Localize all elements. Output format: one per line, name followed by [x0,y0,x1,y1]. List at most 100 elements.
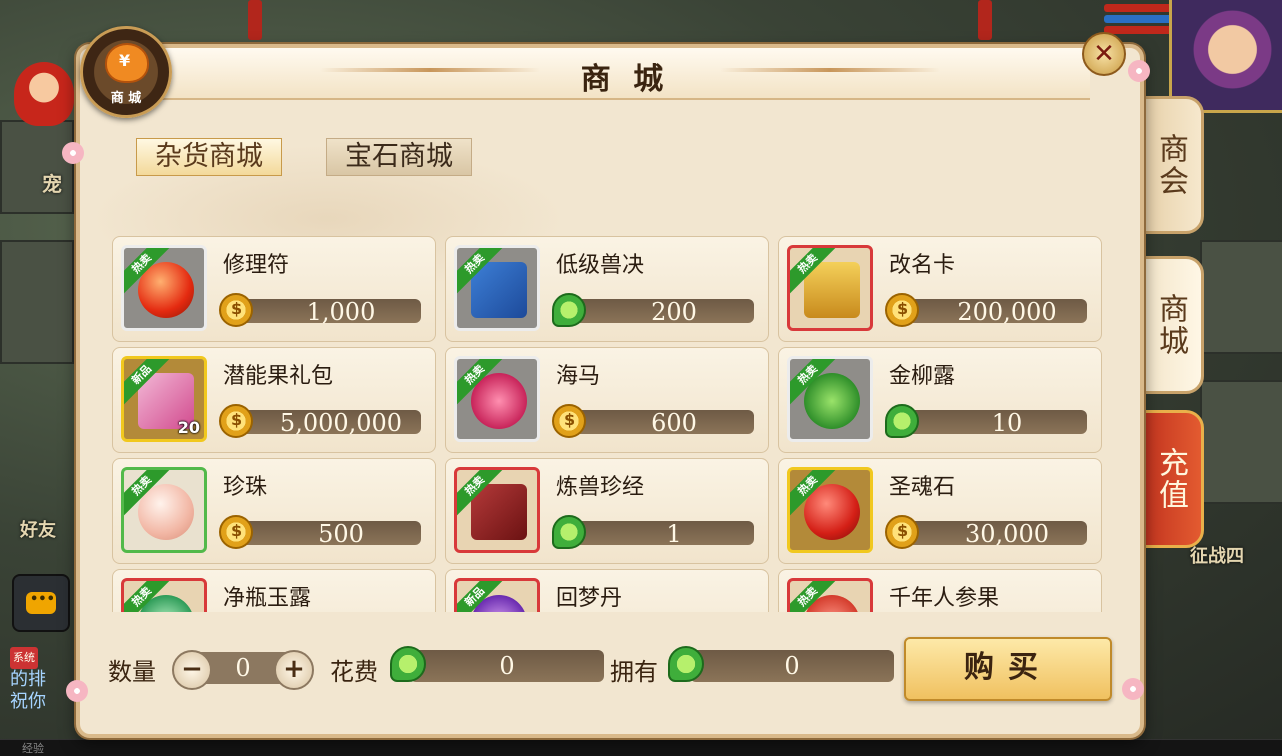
item-name: 潜能果礼包 [223,364,334,389]
plus-icon: + [283,654,305,684]
quantity-value[interactable]: 0 [212,652,274,684]
price-bar: 30,000 [897,520,1087,548]
buy-button[interactable]: 购买 [904,637,1112,701]
item-thumbnail: 热卖 [454,356,540,442]
price-bar: 10 [897,410,1087,436]
chat-bubble-icon [26,592,56,614]
tab-recharge[interactable]: 充值 [1136,410,1204,548]
item-price: 600 [651,409,697,437]
item-name: 炼兽珍经 [556,475,645,500]
minus-button[interactable]: − [172,650,212,690]
own-value: 0 [784,652,800,680]
item-name: 圣魂石 [889,475,956,500]
item-card[interactable]: 热卖 金柳露 10 [778,347,1102,453]
tab-grocery-mall-label: 杂货商城 [155,141,263,172]
price-bar: 600 [564,409,754,437]
item-thumbnail: 新品 [454,578,540,612]
system-tag: 系统 [10,647,38,669]
item-price: 1 [666,520,682,548]
price-bar: 200,000 [897,299,1087,325]
item-price: 200 [651,298,697,326]
tab-guild[interactable]: 商会 [1136,96,1204,234]
title-bar: 商 城 [160,48,1090,100]
item-thumbnail: 热卖 [787,356,873,442]
flower-ornament [66,680,88,702]
item-card[interactable]: 热卖 净瓶玉露 [112,569,436,612]
tab-mall[interactable]: 商城 [1136,256,1204,394]
fortune-god-icon[interactable] [14,62,74,126]
tab-grocery-mall[interactable]: 杂货商城 [136,138,282,176]
item-name: 低级兽决 [556,253,645,278]
item-card[interactable]: 热卖 珍珠 500 [112,458,436,564]
plus-button[interactable]: + [274,650,314,690]
bg-building [0,240,74,364]
chat-line: 祝你 [10,691,46,712]
item-name: 回梦丹 [556,586,623,611]
item-card[interactable]: 热卖 修理符 1,000 [112,236,436,342]
item-card[interactable]: 新品 回梦丹 [445,569,769,612]
item-quantity: 20 [177,418,200,437]
gold-coin-icon [219,293,253,327]
price-bar: 1 [564,520,754,548]
price-bar: 5,000,000 [231,409,421,437]
tab-mall-label: 商城 [1153,293,1188,357]
minus-icon: − [181,654,203,684]
money-bag-icon [105,43,149,83]
item-card[interactable]: 热卖 千年人参果 [778,569,1102,612]
item-grid: 热卖修理符1,000热卖低级兽决200热卖改名卡200,000新品20潜能果礼包… [112,236,1102,612]
item-name: 千年人参果 [889,586,1000,611]
buy-button-label: 购买 [964,650,1052,685]
item-price: 30,000 [965,520,1049,548]
item-name: 净瓶玉露 [223,586,312,611]
item-price: 5,000,000 [279,409,403,437]
gold-coin-icon [552,404,586,438]
item-card[interactable]: 热卖 圣魂石 30,000 [778,458,1102,564]
flower-ornament [62,142,84,164]
item-thumbnail: 新品 20 [121,356,207,442]
item-thumbnail: 热卖 [787,467,873,553]
bg-building [1200,380,1282,504]
bg-building [0,120,74,214]
close-icon: ✕ [1093,39,1115,69]
item-name: 海马 [556,364,601,389]
price-bar: 200 [564,298,754,326]
item-card[interactable]: 热卖 海马 600 [445,347,769,453]
item-price: 500 [318,520,364,548]
item-thumbnail: 热卖 [121,578,207,612]
item-card[interactable]: 热卖 炼兽珍经 1 [445,458,769,564]
item-name: 金柳露 [889,364,956,389]
jade-icon [552,515,586,549]
gold-coin-icon [885,515,919,549]
own-label: 拥有 [610,658,658,686]
campaign-label[interactable]: 征战四 [1190,542,1244,568]
close-button[interactable]: ✕ [1082,32,1126,76]
item-card[interactable]: 热卖 改名卡 200,000 [778,236,1102,342]
item-price: 1,000 [306,298,376,326]
jade-icon [552,293,586,327]
gold-coin-icon [885,293,919,327]
bg-building [1200,240,1282,354]
friend-label[interactable]: 好友 [20,516,56,542]
bg-pillar [978,0,992,40]
cost-label: 花费 [330,658,378,686]
tab-recharge-label: 充值 [1153,447,1188,511]
item-name: 珍珠 [223,475,268,500]
price-bar: 500 [231,520,421,548]
shop-badge-label: 商 城 [110,91,142,106]
flower-ornament [1122,678,1144,700]
item-thumbnail: 热卖 [454,467,540,553]
item-card[interactable]: 热卖 低级兽决 200 [445,236,769,342]
jade-icon [885,404,919,438]
item-card[interactable]: 新品 20 潜能果礼包 5,000,000 [112,347,436,453]
price-bar: 1,000 [231,298,421,326]
player-status-bars [1104,4,1174,37]
tab-gem-mall[interactable]: 宝石商城 [326,138,472,176]
item-thumbnail: 热卖 [787,245,873,331]
item-name: 改名卡 [889,253,956,278]
bg-label: 宠 [42,172,62,196]
gold-coin-icon [219,404,253,438]
flower-ornament [1128,60,1150,82]
tab-gem-mall-label: 宝石商城 [345,141,453,172]
chat-button[interactable] [12,574,70,632]
exp-label: 经验 [22,742,44,755]
